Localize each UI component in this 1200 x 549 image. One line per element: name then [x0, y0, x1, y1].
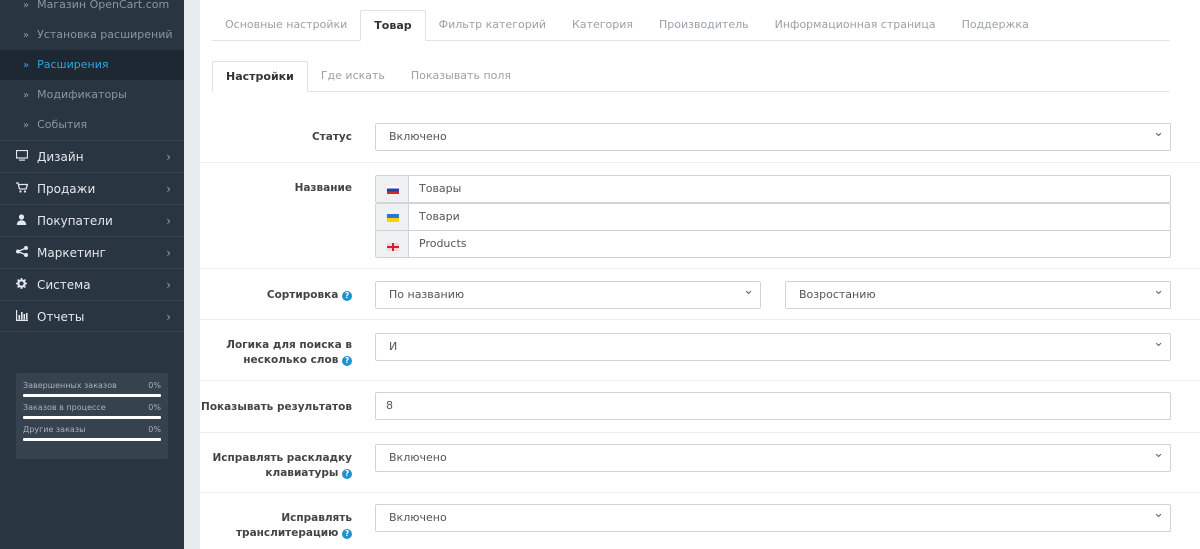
chevron-right-icon: »	[23, 0, 30, 11]
stat-other-orders: Другие заказы 0%	[23, 425, 161, 441]
sort-order-select[interactable]: Возростанию	[785, 278, 1171, 309]
sidebar-item-customers[interactable]: Покупатели ›	[0, 204, 184, 236]
transliteration-label: Исправлять транслитерацию ?	[235, 512, 352, 539]
stat-processing-orders: Заказов в процессе 0%	[23, 403, 161, 419]
stat-completed-orders: Завершенных заказов 0%	[23, 381, 161, 397]
sidebar-item-marketing[interactable]: Маркетинг ›	[0, 236, 184, 268]
name-input-en[interactable]: Products	[408, 230, 1171, 258]
form-row-transliteration: Исправлять транслитерацию ? Включено	[200, 492, 1200, 549]
primary-tabs: Основные настройки Товар Фильтр категори…	[212, 10, 1170, 41]
chevron-right-icon: ›	[166, 150, 171, 164]
sort-label: Сортировка ?	[200, 288, 352, 303]
transliteration-select[interactable]: Включено	[375, 501, 1171, 532]
form-row-search-logic: Логика для поиска в несколько слов ? И	[200, 319, 1200, 380]
sidebar-item-design[interactable]: Дизайн ›	[0, 140, 184, 172]
main-content: Основные настройки Товар Фильтр категори…	[200, 0, 1200, 549]
chevron-right-icon: ›	[166, 246, 171, 260]
desktop-icon	[15, 142, 32, 174]
question-circle-icon[interactable]: ?	[342, 469, 352, 479]
form-row-keyboard-layout: Исправлять раскладку клавиатуры ? Включе…	[200, 432, 1200, 492]
sidebar-item-modifications[interactable]: » Модификаторы	[0, 80, 184, 110]
question-circle-icon[interactable]: ?	[342, 356, 352, 366]
form-row-status: Статус Включено	[200, 112, 1200, 162]
progress-bar	[23, 438, 161, 441]
bar-chart-icon	[16, 302, 32, 334]
name-group-ru: Товары	[375, 175, 1171, 203]
tab-information-page[interactable]: Информационная страница	[762, 10, 949, 40]
order-stats-panel: Завершенных заказов 0% Заказов в процессе…	[16, 373, 168, 459]
ukraine-flag-icon	[387, 214, 399, 222]
results-input[interactable]: 8	[375, 392, 1171, 420]
sort-field-select[interactable]: По названию	[375, 278, 761, 309]
chevron-right-icon: »	[23, 90, 30, 101]
search-logic-label: Логика для поиска в несколько слов ?	[226, 339, 352, 366]
sidebar-item-install-extensions[interactable]: » Установка расширений	[0, 20, 184, 50]
uk-flag-icon	[387, 241, 399, 251]
question-circle-icon[interactable]: ?	[342, 529, 352, 539]
tab-settings[interactable]: Настройки	[212, 61, 308, 92]
sidebar-item-extensions[interactable]: » Расширения	[0, 50, 184, 80]
chevron-right-icon: ›	[166, 182, 171, 196]
tab-category-filter[interactable]: Фильтр категорий	[426, 10, 559, 40]
russia-flag-icon	[387, 186, 399, 194]
status-label: Статус	[311, 131, 352, 143]
form-row-sort: Сортировка ? По названию Возростанию	[200, 268, 1200, 319]
shopping-cart-icon	[16, 174, 32, 206]
chevron-right-icon: »	[23, 30, 30, 41]
name-label: Название	[294, 182, 352, 194]
tab-manufacturer[interactable]: Производитель	[646, 10, 762, 40]
chevron-right-icon: »	[23, 60, 30, 71]
sidebar-item-events[interactable]: » События	[0, 110, 184, 140]
keyboard-layout-select[interactable]: Включено	[375, 441, 1171, 472]
tab-support[interactable]: Поддержка	[949, 10, 1042, 40]
results-label: Показывать результатов	[201, 401, 352, 413]
share-icon	[16, 238, 32, 270]
form-row-results: Показывать результатов 8	[200, 380, 1200, 432]
sidebar-item-system[interactable]: Система ›	[0, 268, 184, 300]
sidebar: » Магазин OpenCart.com » Установка расшире…	[0, 0, 184, 549]
tab-category[interactable]: Категория	[559, 10, 646, 40]
name-group-en: Products	[375, 230, 1171, 258]
sidebar-item-reports[interactable]: Отчеты ›	[0, 300, 184, 332]
progress-bar	[23, 416, 161, 419]
chevron-right-icon: »	[23, 120, 30, 131]
secondary-tabs: Настройки Где искать Показывать поля	[212, 61, 1170, 92]
sidebar-item-sales[interactable]: Продажи ›	[0, 172, 184, 204]
status-select[interactable]: Включено	[375, 120, 1171, 151]
chevron-right-icon: ›	[166, 278, 171, 292]
user-icon	[16, 206, 32, 238]
question-circle-icon[interactable]: ?	[342, 291, 352, 301]
tab-general-settings[interactable]: Основные настройки	[212, 10, 360, 40]
keyboard-layout-label: Исправлять раскладку клавиатуры ?	[212, 452, 352, 479]
progress-bar	[23, 394, 161, 397]
name-input-ua[interactable]: Товари	[408, 203, 1171, 231]
cog-icon	[16, 270, 32, 302]
tab-product[interactable]: Товар	[360, 10, 426, 41]
name-input-ru[interactable]: Товары	[408, 175, 1171, 203]
search-logic-select[interactable]: И	[375, 330, 1171, 361]
tab-show-fields[interactable]: Показывать поля	[398, 61, 524, 91]
chevron-right-icon: ›	[166, 214, 171, 228]
form-row-name: Название Товары Товари Products	[200, 162, 1200, 268]
chevron-right-icon: ›	[166, 310, 171, 324]
name-group-ua: Товари	[375, 203, 1171, 231]
tab-where-to-search[interactable]: Где искать	[308, 61, 398, 91]
sidebar-item-opencart-store[interactable]: » Магазин OpenCart.com	[0, 0, 184, 20]
